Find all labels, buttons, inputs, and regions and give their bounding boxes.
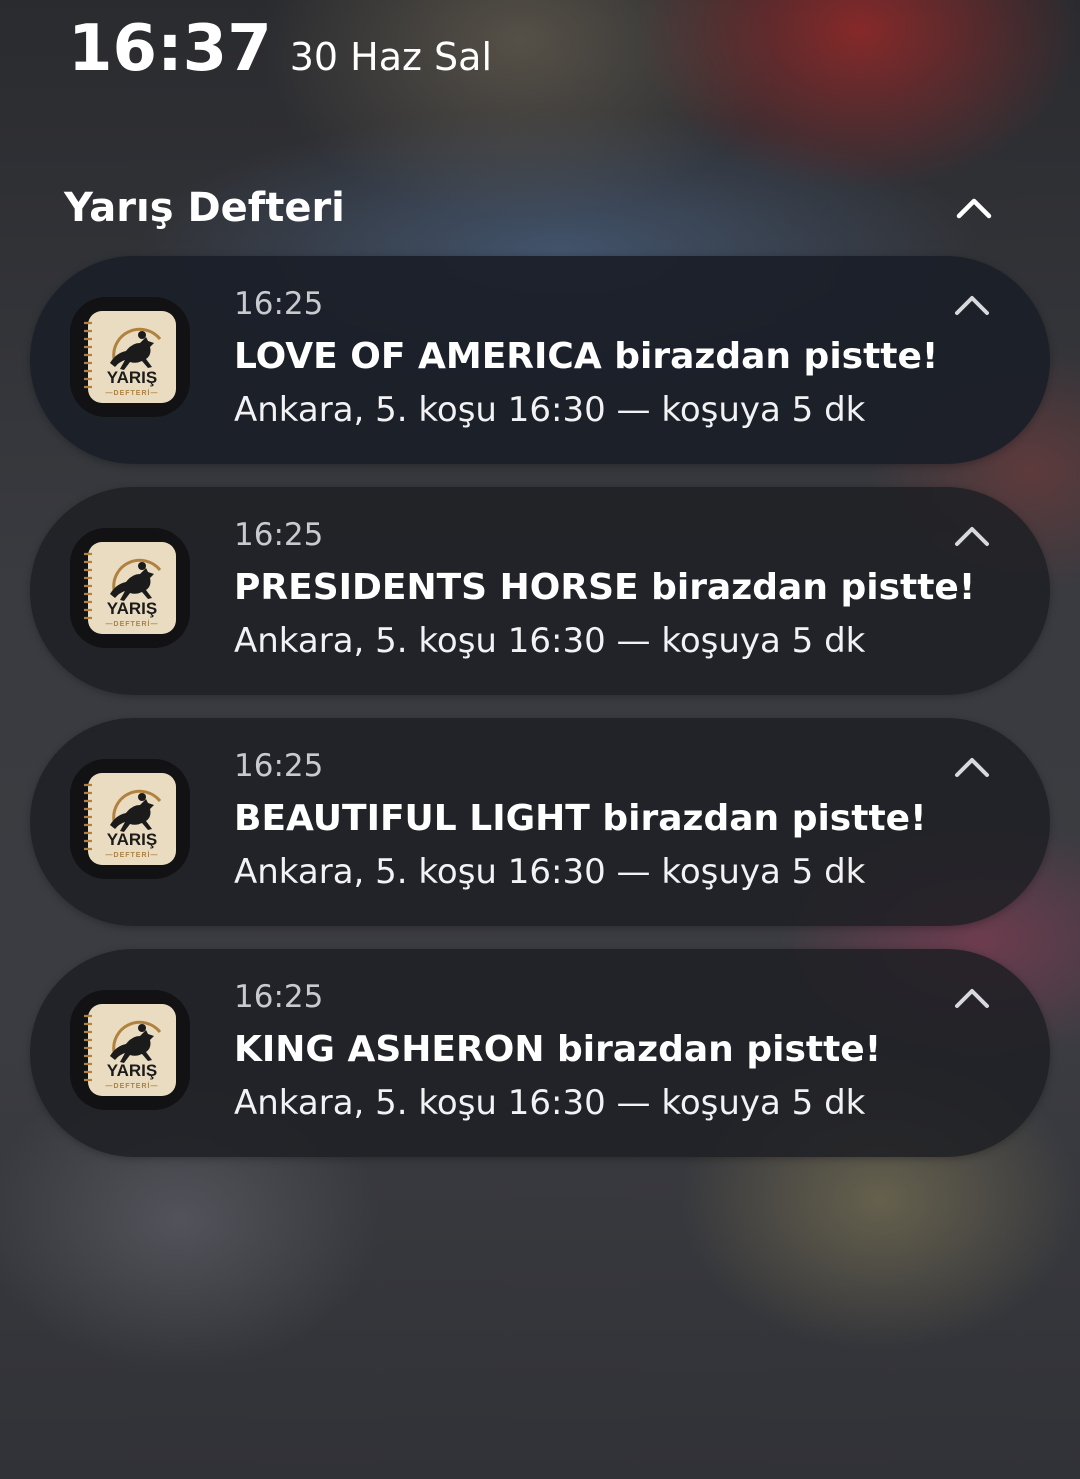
chevron-up-icon xyxy=(955,296,989,315)
lockscreen-clock: 16:37 30 Haz Sal xyxy=(68,12,492,86)
notification-time: 16:25 xyxy=(234,748,324,784)
svg-text:—DEFTERİ—: —DEFTERİ— xyxy=(106,620,159,628)
chevron-up-icon xyxy=(956,198,992,219)
notification-group-header[interactable]: Yarış Defteri xyxy=(64,178,992,238)
horse-rider-logo-icon: YARIŞ —DEFTERİ— xyxy=(70,297,190,417)
notification-title: PRESIDENTS HORSE birazdan pistte! xyxy=(234,567,976,608)
clock-date: 30 Haz Sal xyxy=(289,35,493,79)
collapse-group-button[interactable] xyxy=(956,197,992,219)
notification-card[interactable]: YARIŞ —DEFTERİ— 16:25 LOVE OF AMERICA bi… xyxy=(30,256,1050,464)
group-title: Yarış Defteri xyxy=(64,185,345,231)
yaris-defteri-app-icon: YARIŞ —DEFTERİ— xyxy=(70,528,190,648)
notification-title: LOVE OF AMERICA birazdan pistte! xyxy=(234,336,939,377)
horse-rider-logo-icon: YARIŞ —DEFTERİ— xyxy=(70,759,190,879)
yaris-defteri-app-icon: YARIŞ —DEFTERİ— xyxy=(70,297,190,417)
chevron-up-icon xyxy=(955,758,989,777)
notification-time: 16:25 xyxy=(234,979,324,1015)
notification-card[interactable]: YARIŞ —DEFTERİ— 16:25 BEAUTIFUL LIGHT bi… xyxy=(30,718,1050,926)
notification-body: Ankara, 5. koşu 16:30 — koşuya 5 dk xyxy=(234,390,866,430)
svg-text:YARIŞ: YARIŞ xyxy=(107,830,157,849)
notification-time: 16:25 xyxy=(234,517,324,553)
chevron-up-icon xyxy=(955,989,989,1008)
horse-rider-logo-icon: YARIŞ —DEFTERİ— xyxy=(70,528,190,648)
svg-text:—DEFTERİ—: —DEFTERİ— xyxy=(106,851,159,859)
notification-time: 16:25 xyxy=(234,286,324,322)
expand-notification-button[interactable] xyxy=(954,525,990,551)
horse-rider-logo-icon: YARIŞ —DEFTERİ— xyxy=(70,990,190,1110)
yaris-defteri-app-icon: YARIŞ —DEFTERİ— xyxy=(70,759,190,879)
expand-notification-button[interactable] xyxy=(954,987,990,1013)
notification-body: Ankara, 5. koşu 16:30 — koşuya 5 dk xyxy=(234,1083,866,1123)
notification-card[interactable]: YARIŞ —DEFTERİ— 16:25 KING ASHERON biraz… xyxy=(30,949,1050,1157)
svg-text:YARIŞ: YARIŞ xyxy=(107,1061,157,1080)
notification-body: Ankara, 5. koşu 16:30 — koşuya 5 dk xyxy=(234,852,866,892)
svg-text:YARIŞ: YARIŞ xyxy=(107,599,157,618)
expand-notification-button[interactable] xyxy=(954,756,990,782)
expand-notification-button[interactable] xyxy=(954,294,990,320)
yaris-defteri-app-icon: YARIŞ —DEFTERİ— xyxy=(70,990,190,1110)
svg-text:—DEFTERİ—: —DEFTERİ— xyxy=(106,1082,159,1090)
svg-text:—DEFTERİ—: —DEFTERİ— xyxy=(106,389,159,397)
clock-time: 16:37 xyxy=(68,12,272,86)
svg-text:YARIŞ: YARIŞ xyxy=(107,368,157,387)
chevron-up-icon xyxy=(955,527,989,546)
notification-card[interactable]: YARIŞ —DEFTERİ— 16:25 PRESIDENTS HORSE b… xyxy=(30,487,1050,695)
notification-body: Ankara, 5. koşu 16:30 — koşuya 5 dk xyxy=(234,621,866,661)
notification-title: BEAUTIFUL LIGHT birazdan pistte! xyxy=(234,798,927,839)
notification-title: KING ASHERON birazdan pistte! xyxy=(234,1029,882,1070)
